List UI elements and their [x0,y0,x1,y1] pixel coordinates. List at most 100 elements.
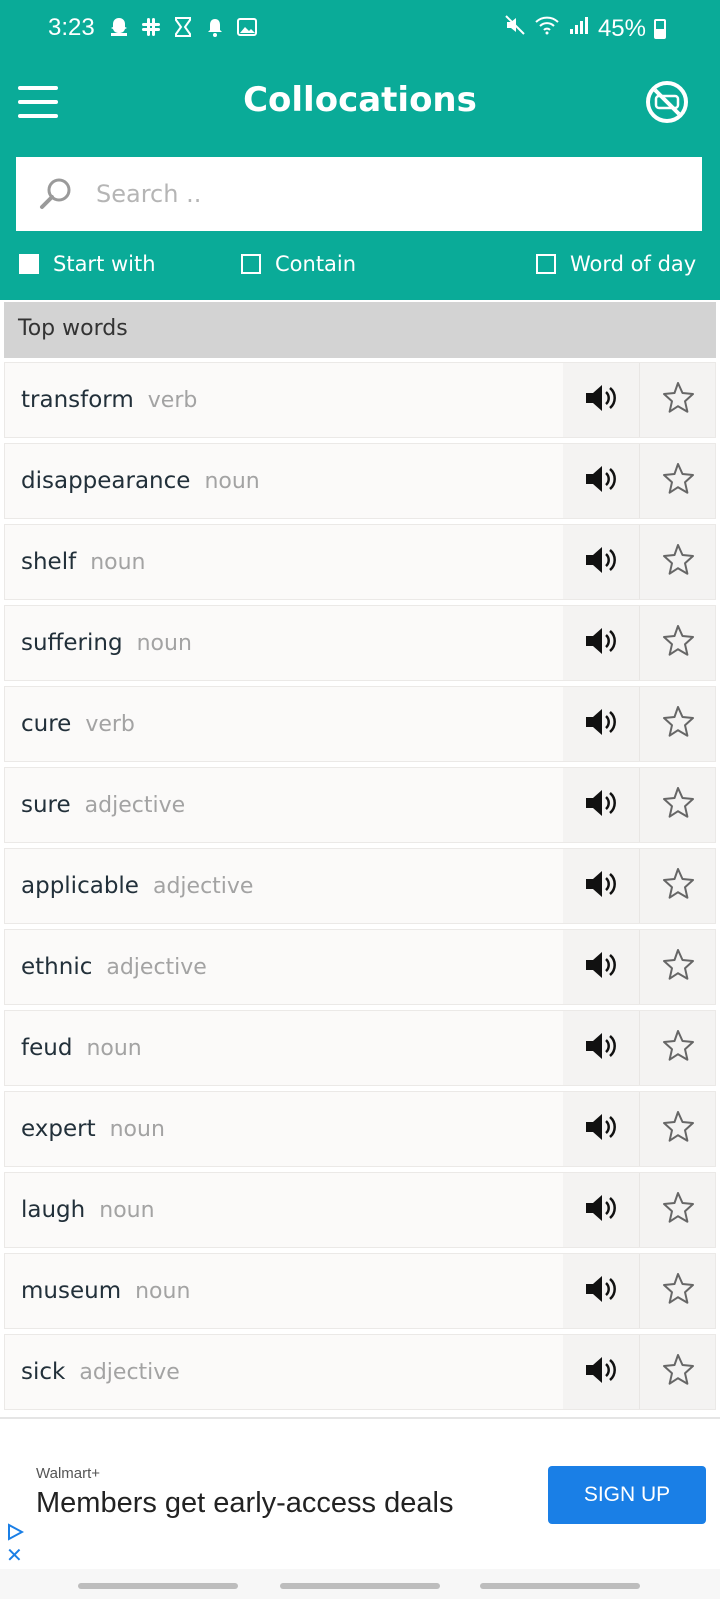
checkbox-contain[interactable] [241,254,261,274]
word-entry[interactable]: cure verb [5,687,563,761]
word-row[interactable]: transform verb [4,362,716,438]
ad-banner[interactable]: Walmart+ Members get early-access deals … [0,1419,720,1569]
slack-icon [140,16,162,38]
word-row[interactable]: cure verb [4,686,716,762]
word-row[interactable]: laugh noun [4,1172,716,1248]
word-text: cure [21,711,72,737]
word-text: expert [21,1116,96,1142]
pronounce-button[interactable] [563,1011,639,1085]
nav-recents-handle[interactable] [78,1583,238,1589]
search-input[interactable] [94,179,658,209]
favorite-button[interactable] [639,363,715,437]
word-pos: verb [85,711,135,737]
favorite-button[interactable] [639,930,715,1004]
star-icon [661,543,695,581]
speaker-icon [584,1112,618,1146]
pronounce-button[interactable] [563,444,639,518]
filter-contain[interactable]: Contain [241,252,356,276]
close-icon[interactable]: ✕ [6,1545,23,1565]
favorite-button[interactable] [639,525,715,599]
pronounce-button[interactable] [563,1173,639,1247]
favorite-button[interactable] [639,687,715,761]
speaker-icon [584,383,618,417]
pronounce-button[interactable] [563,687,639,761]
section-title: Top words [18,316,128,341]
pronounce-button[interactable] [563,1335,639,1409]
favorite-button[interactable] [639,849,715,923]
favorite-button[interactable] [639,606,715,680]
word-row[interactable]: shelf noun [4,524,716,600]
checkbox-word-of-day[interactable] [536,254,556,274]
word-pos: adjective [106,954,207,980]
pronounce-button[interactable] [563,1254,639,1328]
word-entry[interactable]: laugh noun [5,1173,563,1247]
word-entry[interactable]: applicable adjective [5,849,563,923]
word-row[interactable]: ethnic adjective [4,929,716,1005]
word-entry[interactable]: sure adjective [5,768,563,842]
filter-start-with[interactable]: Start with [19,252,156,276]
checkbox-start-with[interactable] [19,254,39,274]
word-entry[interactable]: feud noun [5,1011,563,1085]
word-text: shelf [21,549,77,575]
pronounce-button[interactable] [563,930,639,1004]
notification-icons [108,16,258,38]
pronounce-button[interactable] [563,363,639,437]
ad-choices-icon[interactable] [6,1523,24,1541]
word-row[interactable]: suffering noun [4,605,716,681]
favorite-button[interactable] [639,1173,715,1247]
word-entry[interactable]: transform verb [5,363,563,437]
favorite-button[interactable] [639,1011,715,1085]
word-entry[interactable]: ethnic adjective [5,930,563,1004]
word-entry[interactable]: suffering noun [5,606,563,680]
ad-signup-button[interactable]: SIGN UP [548,1466,706,1524]
pronounce-button[interactable] [563,768,639,842]
word-text: ethnic [21,954,93,980]
nav-back-handle[interactable] [480,1583,640,1589]
search-box[interactable] [16,157,702,231]
speaker-icon [584,1031,618,1065]
word-entry[interactable]: disappearance noun [5,444,563,518]
word-entry[interactable]: museum noun [5,1254,563,1328]
word-pos: noun [109,1116,165,1142]
system-nav-bar [0,1569,720,1599]
speaker-icon [584,464,618,498]
no-ads-icon [646,81,688,123]
word-text: suffering [21,630,123,656]
word-text: museum [21,1278,122,1304]
speaker-icon [584,707,618,741]
word-row[interactable]: museum noun [4,1253,716,1329]
word-pos: noun [86,1035,142,1061]
remove-ads-button[interactable] [645,80,689,124]
favorite-button[interactable] [639,1335,715,1409]
word-pos: noun [204,468,260,494]
pronounce-button[interactable] [563,849,639,923]
favorite-button[interactable] [639,1092,715,1166]
ad-headline[interactable]: Members get early-access deals [36,1487,453,1520]
word-row[interactable]: applicable adjective [4,848,716,924]
word-row[interactable]: sick adjective [4,1334,716,1410]
word-pos: adjective [79,1359,180,1385]
word-text: applicable [21,873,139,899]
ad-advertiser: Walmart+ [36,1465,101,1482]
filter-word-of-day[interactable]: Word of day [536,252,696,276]
word-row[interactable]: expert noun [4,1091,716,1167]
word-text: sure [21,792,71,818]
favorite-button[interactable] [639,1254,715,1328]
speaker-icon [584,950,618,984]
pronounce-button[interactable] [563,606,639,680]
search-icon [40,178,71,209]
status-right: 45% [504,14,666,43]
favorite-button[interactable] [639,444,715,518]
word-row[interactable]: disappearance noun [4,443,716,519]
word-entry[interactable]: expert noun [5,1092,563,1166]
pronounce-button[interactable] [563,1092,639,1166]
nav-home-handle[interactable] [280,1583,440,1589]
gallery-icon [236,16,258,38]
word-entry[interactable]: shelf noun [5,525,563,599]
word-row[interactable]: sure adjective [4,767,716,843]
word-entry[interactable]: sick adjective [5,1335,563,1409]
pronounce-button[interactable] [563,525,639,599]
favorite-button[interactable] [639,768,715,842]
wifi-icon [534,14,560,43]
word-row[interactable]: feud noun [4,1010,716,1086]
